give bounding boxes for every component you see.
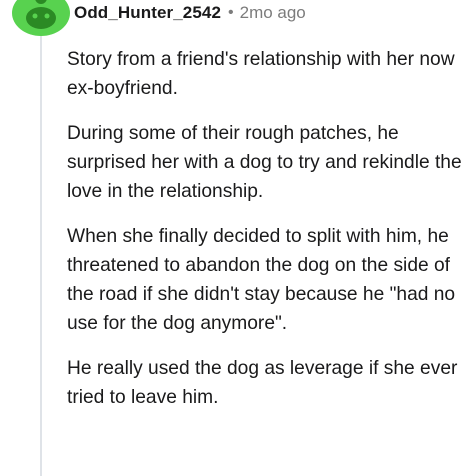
avatar[interactable] (12, 0, 70, 36)
snoo-avatar-icon (26, 0, 56, 29)
comment: Odd_Hunter_2542 • 2mo ago Story from a f… (0, 0, 475, 476)
timestamp[interactable]: 2mo ago (240, 3, 306, 23)
comment-paragraph: Story from a friend's relationship with … (67, 49, 455, 99)
comment-paragraph: He really used the dog as leverage if sh… (67, 358, 458, 408)
comment-body: Story from a friend's relationship with … (67, 45, 467, 428)
thread-line[interactable] (40, 32, 42, 476)
comment-paragraph: When she finally decided to split with h… (67, 226, 456, 334)
username[interactable]: Odd_Hunter_2542 (74, 3, 221, 23)
comment-paragraph: During some of their rough patches, he s… (67, 123, 462, 202)
comment-header: Odd_Hunter_2542 • 2mo ago (74, 1, 306, 25)
separator-dot: • (228, 4, 234, 21)
